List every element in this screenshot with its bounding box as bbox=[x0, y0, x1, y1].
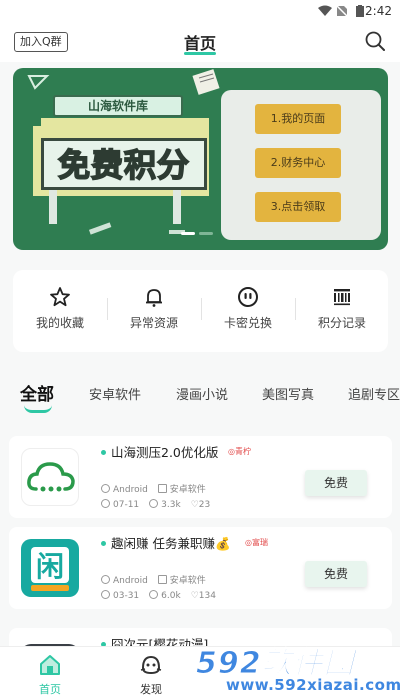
app-meta-stats: 07-11 3.3k ♡23 bbox=[101, 499, 211, 510]
app-platform: Android bbox=[113, 485, 148, 495]
tab-comics[interactable]: 漫画小说 bbox=[176, 384, 228, 403]
bullet-dot bbox=[101, 540, 106, 546]
home-icon bbox=[40, 655, 60, 675]
banner-dot bbox=[199, 232, 213, 235]
app-title: 山海测压2.0优化版 bbox=[111, 445, 219, 460]
app-card[interactable]: 闲 趣闲赚 任务兼职赚💰 ◎富瑞 Android 安卓软件 03-31 6.0k ♡1… bbox=[9, 527, 392, 609]
app-title: 趣闲赚 任务兼职赚💰 bbox=[111, 536, 231, 551]
eye-icon bbox=[149, 499, 159, 508]
step-my-page: 1.我的页面 bbox=[255, 104, 341, 134]
quick-action-label: 我的收藏 bbox=[35, 316, 84, 330]
status-time: 2:42 bbox=[365, 4, 392, 18]
points-record-button[interactable]: 积分记录 bbox=[296, 286, 388, 331]
app-meta-platform: Android 安卓软件 bbox=[101, 482, 206, 495]
tab-photos[interactable]: 美图写真 bbox=[262, 384, 314, 403]
android-icon bbox=[101, 575, 110, 584]
app-title-row: 山海测压2.0优化版 bbox=[101, 442, 218, 461]
banner-dot-active bbox=[181, 232, 195, 235]
app-category: 安卓软件 bbox=[169, 485, 206, 495]
app-likes: 134 bbox=[198, 591, 216, 601]
tab-all[interactable]: 全部 bbox=[20, 380, 54, 405]
page-title: 首页 bbox=[183, 34, 216, 53]
face-icon bbox=[238, 287, 258, 307]
watermark-url: www.592xiazai.com bbox=[226, 676, 400, 694]
tab-android[interactable]: 安卓软件 bbox=[89, 384, 141, 403]
nav-label: 发现 bbox=[140, 683, 162, 696]
tab-indicator bbox=[24, 405, 52, 413]
my-favorites-button[interactable]: 我的收藏 bbox=[14, 286, 106, 331]
banner-headline: 免费积分 bbox=[41, 138, 207, 190]
heart-icon: ♡ bbox=[190, 500, 199, 510]
android-icon bbox=[101, 484, 110, 493]
nav-label: 首页 bbox=[39, 683, 61, 696]
banner-steps-panel: 1.我的页面 2.财务中心 3.点击领取 bbox=[221, 90, 381, 240]
xian-app-icon: 闲 bbox=[31, 547, 69, 591]
bullet-dot bbox=[101, 449, 106, 455]
banner-sign: 山海软件库 bbox=[53, 95, 183, 117]
free-button[interactable]: 免费 bbox=[305, 561, 367, 587]
card-redeem-button[interactable]: 卡密兑换 bbox=[202, 286, 294, 331]
step-click-claim: 3.点击领取 bbox=[255, 192, 341, 222]
app-card[interactable]: 山海测压2.0优化版 ◎青柠 Android 安卓软件 07-11 3.3k ♡23 … bbox=[9, 436, 392, 518]
nav-discover[interactable]: 发现 bbox=[121, 653, 181, 697]
app-category: 安卓软件 bbox=[169, 576, 206, 586]
tab-drama[interactable]: 追剧专区 bbox=[348, 384, 400, 403]
bell-icon bbox=[146, 289, 162, 307]
category-icon bbox=[157, 575, 167, 584]
app-date: 07-11 bbox=[113, 500, 140, 510]
clock-icon bbox=[101, 590, 110, 599]
star-icon bbox=[50, 287, 70, 307]
app-icon bbox=[21, 448, 79, 506]
app-platform: Android bbox=[113, 576, 148, 586]
quick-action-label: 积分记录 bbox=[317, 316, 366, 330]
quick-action-label: 异常资源 bbox=[129, 316, 178, 330]
quick-action-label: 卡密兑换 bbox=[223, 316, 272, 330]
category-icon bbox=[157, 484, 167, 493]
clock-icon bbox=[101, 499, 110, 508]
cloud-icon bbox=[27, 462, 75, 492]
app-tag: ◎青柠 bbox=[228, 447, 251, 456]
barcode-icon bbox=[334, 289, 350, 306]
banner-pagination bbox=[181, 232, 217, 236]
app-tag: ◎富瑞 bbox=[245, 538, 268, 547]
title-underline bbox=[184, 52, 216, 55]
step-finance-center: 2.财务中心 bbox=[255, 148, 341, 178]
free-button[interactable]: 免费 bbox=[305, 470, 367, 496]
app-meta-stats: 03-31 6.0k ♡134 bbox=[101, 590, 216, 601]
app-icon: 闲 bbox=[21, 539, 79, 597]
wifi-icon bbox=[318, 5, 332, 16]
heart-icon: ♡ bbox=[190, 591, 199, 601]
quick-actions: 我的收藏 异常资源 卡密兑换 积分记录 bbox=[13, 270, 388, 352]
app-meta-platform: Android 安卓软件 bbox=[101, 573, 206, 586]
battery-icon bbox=[356, 5, 364, 17]
app-views: 3.3k bbox=[161, 500, 181, 510]
no-sim-icon bbox=[336, 5, 348, 17]
app-likes: 23 bbox=[198, 500, 211, 510]
promo-banner[interactable]: 山海软件库 免费积分 1.我的页面 2.财务中心 3.点击领取 bbox=[13, 68, 388, 250]
app-header: 加入Q群 首页 bbox=[0, 22, 400, 62]
nav-home[interactable]: 首页 bbox=[20, 653, 80, 697]
watermark: 592软件园 www.592xiazai.com bbox=[196, 638, 400, 700]
discover-icon bbox=[140, 655, 162, 675]
category-tabs: 全部 安卓软件 漫画小说 美图写真 追剧专区 bbox=[0, 378, 400, 414]
app-title-row: 趣闲赚 任务兼职赚💰 bbox=[101, 533, 231, 552]
search-icon[interactable] bbox=[364, 30, 386, 52]
svg-text:闲: 闲 bbox=[36, 550, 64, 583]
status-bar: 2:42 bbox=[0, 0, 400, 22]
abnormal-resources-button[interactable]: 异常资源 bbox=[108, 286, 200, 331]
app-date: 03-31 bbox=[113, 591, 140, 601]
app-views: 6.0k bbox=[161, 591, 181, 601]
eye-icon bbox=[149, 590, 159, 599]
